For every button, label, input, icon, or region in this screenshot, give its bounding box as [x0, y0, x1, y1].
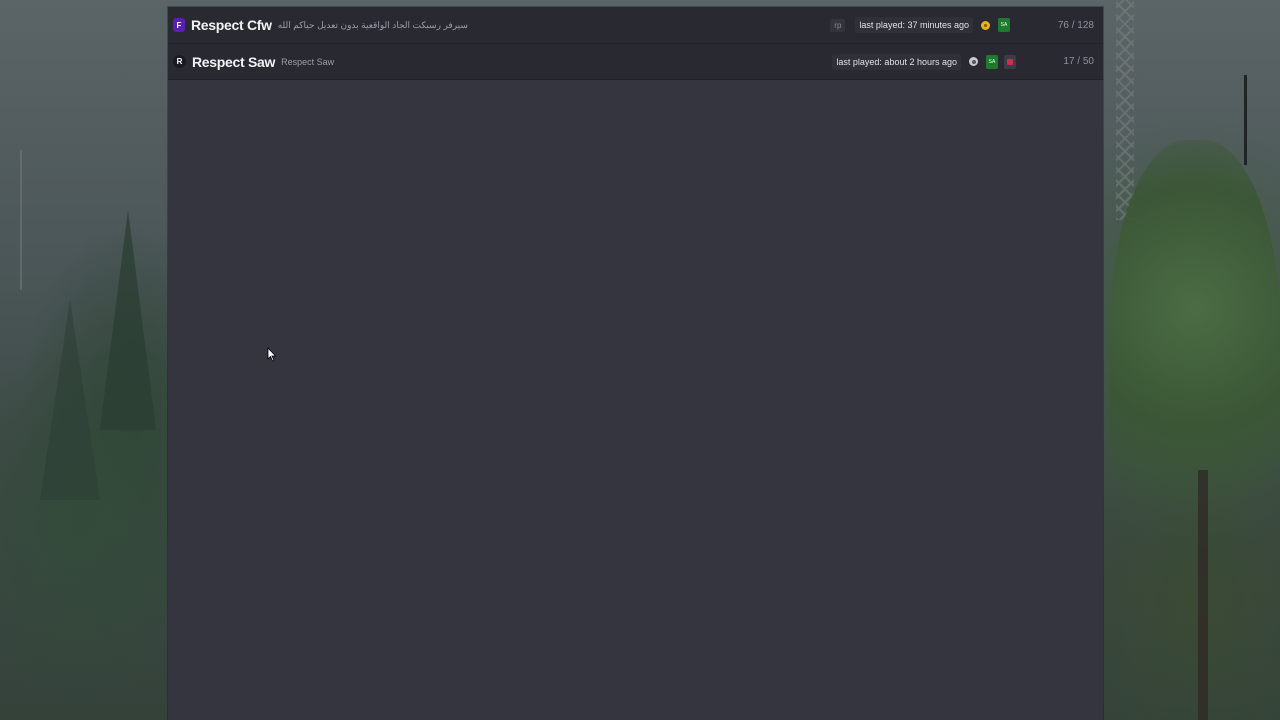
player-count: 76 / 128 — [1057, 19, 1094, 31]
saudi-flag-icon: SA — [986, 54, 998, 69]
server-description: Respect Saw — [281, 56, 335, 67]
server-name: Respect Saw — [192, 53, 276, 70]
server-name: Respect Cfw — [191, 17, 272, 33]
last-played-label: last played: 37 minutes ago — [855, 17, 973, 33]
server-logo-icon: F — [173, 18, 185, 32]
server-meta: last played: about 2 hours ago SA 17 / 5… — [832, 44, 1103, 79]
saudi-flag-icon: SA — [998, 18, 1010, 32]
last-played-label: last played: about 2 hours ago — [832, 53, 961, 70]
server-description: سيرفر رسبكت الجاد الواقعية بدون تعديل حي… — [277, 19, 468, 30]
tree-trunk-right — [1198, 470, 1208, 720]
power-pylon-right — [1116, 0, 1134, 220]
street-lamp — [1244, 75, 1247, 165]
server-tag: rp — [830, 18, 846, 32]
player-count: 17 / 50 — [1063, 56, 1094, 67]
heart-icon — [1004, 54, 1016, 69]
server-row[interactable]: F Respect Cfw سيرفر رسبكت الجاد الواقعية… — [168, 7, 1103, 44]
server-row[interactable]: R Respect Saw Respect Saw last played: a… — [168, 44, 1103, 80]
pine-tree-left-2 — [40, 300, 100, 500]
pine-tree-left — [100, 210, 156, 430]
server-meta: rp last played: 37 minutes ago SA 76 / 1… — [830, 7, 1103, 43]
tree-right — [1110, 140, 1280, 560]
silver-coin-icon — [969, 57, 978, 66]
power-pylon-left — [20, 150, 22, 290]
gold-coin-icon — [981, 20, 990, 30]
server-logo-icon: R — [173, 55, 186, 68]
server-list-panel: F Respect Cfw سيرفر رسبكت الجاد الواقعية… — [168, 7, 1103, 720]
